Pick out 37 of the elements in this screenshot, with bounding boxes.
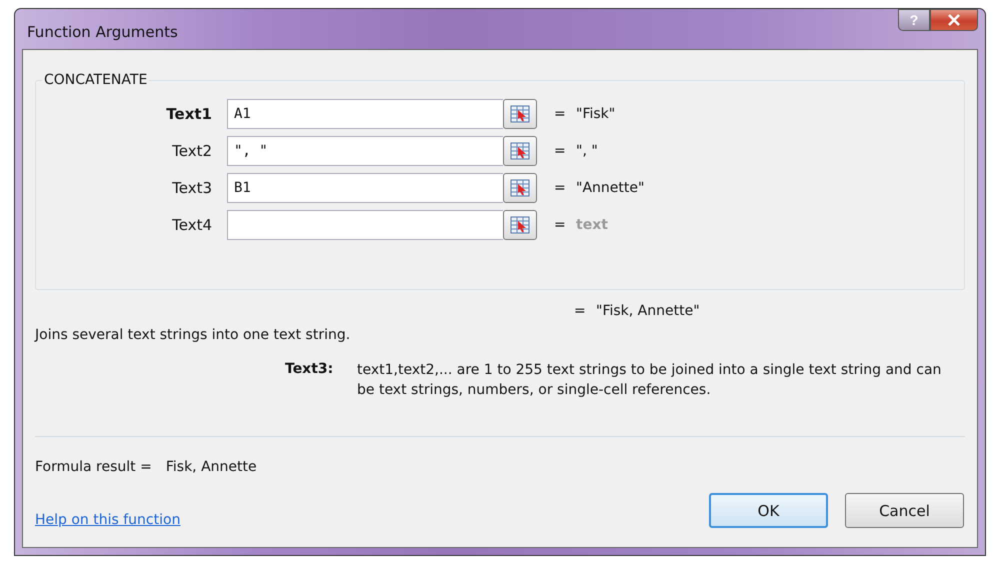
argument-type-hint: text	[576, 217, 608, 233]
equals-sign: =	[554, 143, 567, 159]
cell-range-icon	[510, 216, 530, 234]
input-field[interactable]: ", "	[227, 136, 503, 166]
dialog-button[interactable]: Cancel	[845, 493, 964, 528]
function-result: "Fisk, Annette"	[596, 303, 700, 319]
argument-label: Text4	[171, 216, 213, 234]
argument-result: "Fisk"	[576, 106, 616, 122]
cell-range-icon	[510, 179, 530, 197]
formula-result-value: Fisk, Annette	[166, 459, 257, 475]
argument-result: ", "	[576, 143, 598, 159]
equals-sign: =	[554, 217, 567, 233]
argument-help-label: Text3:	[285, 361, 334, 379]
collapse-dialog-button[interactable]	[503, 99, 537, 129]
help-link[interactable]: Help on this function	[35, 512, 180, 528]
collapse-dialog-button[interactable]	[503, 210, 537, 240]
argument-label: Text2	[171, 142, 213, 160]
dialog-button[interactable]: OK	[709, 493, 828, 528]
close-button[interactable]	[930, 9, 978, 31]
cell-range-icon	[510, 105, 530, 123]
input-field[interactable]: B1	[227, 173, 503, 203]
collapse-dialog-button[interactable]	[503, 136, 537, 166]
input-field[interactable]	[227, 210, 503, 240]
window-title: Function Arguments	[27, 23, 178, 41]
formula-result-label: Formula result =	[35, 459, 152, 475]
argument-label: Text3	[171, 179, 213, 197]
equals-sign: =	[554, 180, 567, 196]
close-icon	[947, 14, 961, 26]
input-field[interactable]: A1	[227, 99, 503, 129]
equals-sign: =	[554, 106, 567, 122]
argument-label: Text1	[165, 105, 213, 123]
collapse-dialog-button[interactable]	[503, 173, 537, 203]
cell-range-icon	[510, 142, 530, 160]
argument-result: "Annette"	[576, 180, 644, 196]
function-description: Joins several text strings into one text string.	[35, 327, 352, 343]
argument-help-text: text1,text2,... are 1 to 255 text strings to be joined into a single text string and can be text strings, numbers, or single-cell references.	[357, 361, 942, 400]
equals-sign: =	[574, 303, 587, 319]
